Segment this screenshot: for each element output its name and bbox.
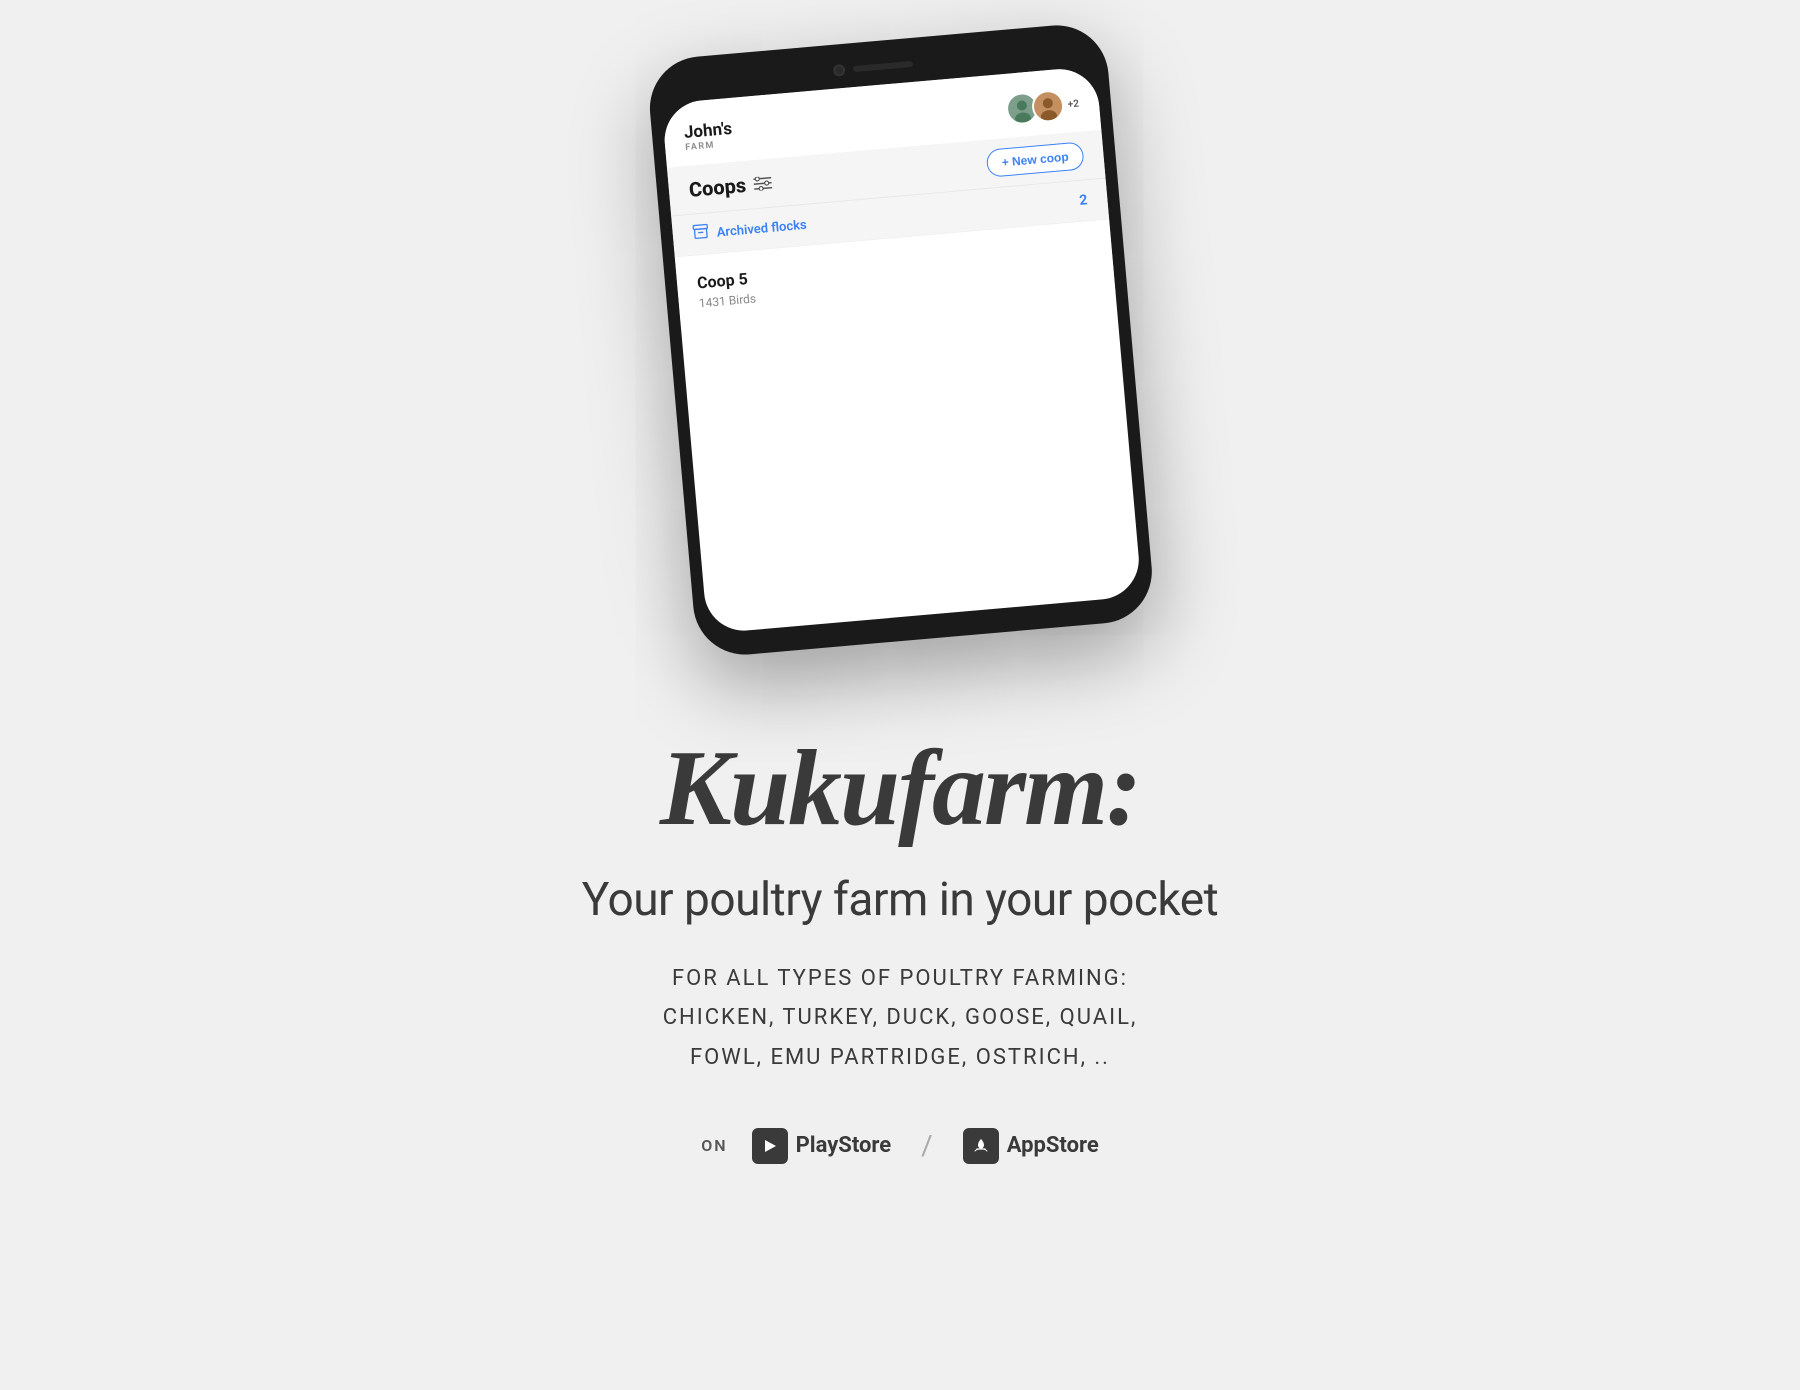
- playstore-badge[interactable]: PlayStore: [752, 1128, 892, 1164]
- appstore-icon: [963, 1128, 999, 1164]
- store-divider: /: [921, 1129, 933, 1162]
- appstore-label: AppStore: [1007, 1133, 1099, 1158]
- coops-title-row: Coops: [688, 171, 773, 202]
- app-name: Kukufarm:: [660, 730, 1140, 849]
- poultry-types: FOR ALL TYPES OF POULTRY FARMING: CHICKE…: [663, 959, 1138, 1078]
- poultry-line-2: CHICKEN, TURKEY, DUCK, GOOSE, QUAIL,: [663, 1005, 1138, 1030]
- tagline: Your poultry farm in your pocket: [582, 873, 1218, 927]
- poultry-line-3: FOWL, EMU PARTRIDGE, OSTRICH, ..: [690, 1045, 1110, 1070]
- coops-title: Coops: [688, 173, 747, 202]
- store-badges: ON PlayStore / AppStore: [701, 1128, 1099, 1164]
- playstore-icon: [752, 1128, 788, 1164]
- avatar-extra-count: +2: [1067, 98, 1079, 110]
- archived-count: 2: [1079, 192, 1088, 209]
- store-on-label: ON: [701, 1136, 727, 1155]
- content-section: Kukufarm: Your poultry farm in your pock…: [542, 730, 1258, 1164]
- phone-mockup: John's FARM: [646, 21, 1157, 659]
- filter-icon[interactable]: [753, 176, 772, 192]
- new-coop-button[interactable]: + New coop: [986, 141, 1085, 177]
- phone-screen: John's FARM: [661, 66, 1142, 634]
- avatars-row: +2: [1005, 88, 1081, 126]
- playstore-label: PlayStore: [796, 1133, 892, 1158]
- archived-label[interactable]: Archived flocks: [716, 217, 807, 240]
- avatar-2: [1031, 89, 1066, 124]
- archive-icon[interactable]: [692, 223, 710, 244]
- poultry-line-1: FOR ALL TYPES OF POULTRY FARMING:: [672, 966, 1128, 991]
- archived-left: Archived flocks: [692, 215, 807, 245]
- farm-title-group: John's FARM: [683, 119, 734, 153]
- farm-name: John's: [683, 119, 733, 143]
- phone-section: John's FARM: [0, 30, 1800, 650]
- phone-camera: [833, 64, 846, 77]
- phone-speaker: [853, 61, 913, 72]
- appstore-badge[interactable]: AppStore: [963, 1128, 1099, 1164]
